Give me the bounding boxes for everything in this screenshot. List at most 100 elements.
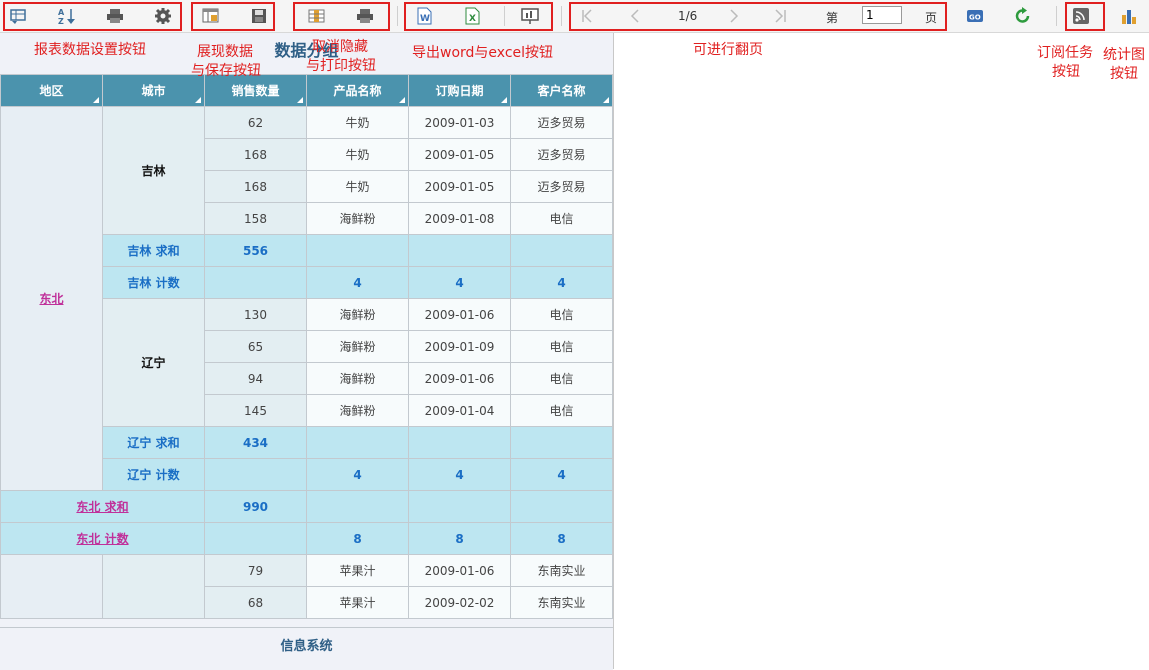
count-cell: 4	[306, 458, 409, 491]
product-cell: 苹果汁	[306, 554, 409, 587]
quantity-cell: 68	[204, 586, 307, 619]
page-label-before: 第	[826, 11, 839, 25]
toolbar-separator	[561, 6, 562, 26]
region-link[interactable]: 东北	[39, 292, 63, 306]
refresh-icon[interactable]	[1013, 7, 1033, 25]
sort-triangle-icon	[501, 97, 507, 103]
date-cell: 2009-01-04	[408, 394, 511, 427]
first-page-icon[interactable]	[578, 7, 598, 25]
customer-cell: 电信	[510, 394, 613, 427]
svg-text:W: W	[420, 14, 430, 24]
empty-cell	[510, 234, 613, 267]
customer-cell: 迈多贸易	[510, 106, 613, 139]
region-count-label-cell: 东北 计数	[0, 522, 205, 555]
cancel-hide-icon[interactable]	[307, 7, 327, 25]
region-cell[interactable]: 东北	[0, 106, 103, 491]
print-icon[interactable]	[105, 7, 125, 25]
city-count-label: 吉林 计数	[102, 266, 205, 299]
quantity-cell: 94	[204, 362, 307, 395]
column-header-region[interactable]: 地区	[0, 74, 103, 107]
toolbar-separator	[397, 6, 398, 26]
go-button-icon[interactable]: GO	[965, 7, 985, 25]
annotation-paging: 可进行翻页	[693, 42, 763, 58]
city-sum-label: 吉林 求和	[102, 234, 205, 267]
report-toolbar: AZ W X 1/6 第 1 页 GO	[0, 0, 1149, 33]
report-settings-icon[interactable]	[9, 7, 29, 25]
svg-text:A: A	[58, 8, 65, 17]
region-count-link[interactable]: 东北 计数	[76, 532, 128, 546]
last-page-icon[interactable]	[770, 7, 790, 25]
product-cell: 牛奶	[306, 170, 409, 203]
city-cell	[102, 554, 205, 619]
annotation-report-settings: 报表数据设置按钮	[34, 42, 146, 58]
export-excel-icon[interactable]: X	[462, 7, 482, 25]
count-cell: 4	[408, 266, 511, 299]
date-cell: 2009-01-06	[408, 362, 511, 395]
annotation-cancel-hide-line1: 取消隐藏	[312, 39, 368, 55]
quantity-cell: 79	[204, 554, 307, 587]
table-row: 东北 吉林 62 牛奶 2009-01-03 迈多贸易	[0, 106, 613, 491]
svg-text:X: X	[469, 14, 476, 24]
empty-cell	[204, 266, 307, 299]
column-header-order-date[interactable]: 订购日期	[408, 74, 511, 107]
print-icon[interactable]	[355, 7, 375, 25]
customer-cell: 迈多贸易	[510, 170, 613, 203]
customer-cell: 电信	[510, 202, 613, 235]
region-sum-value: 990	[204, 490, 307, 523]
city-cell: 吉林	[102, 106, 205, 235]
column-header-city[interactable]: 城市	[102, 74, 205, 107]
export-ppt-icon[interactable]	[520, 7, 540, 25]
quantity-cell: 168	[204, 170, 307, 203]
gear-icon[interactable]	[153, 7, 173, 25]
column-header-customer[interactable]: 客户名称	[510, 74, 613, 107]
product-cell: 海鲜粉	[306, 394, 409, 427]
date-cell: 2009-01-09	[408, 330, 511, 363]
quantity-cell: 65	[204, 330, 307, 363]
export-word-icon[interactable]: W	[414, 7, 434, 25]
annotation-subscribe-line2: 按钮	[1052, 64, 1080, 80]
count-cell: 8	[510, 522, 613, 555]
empty-cell	[306, 234, 409, 267]
quantity-cell: 158	[204, 202, 307, 235]
empty-cell	[408, 234, 511, 267]
region-count-row: 东北 计数 8 8 8	[0, 522, 613, 555]
city-count-label: 辽宁 计数	[102, 458, 205, 491]
date-cell: 2009-01-03	[408, 106, 511, 139]
save-icon[interactable]	[249, 7, 269, 25]
date-cell: 2009-01-05	[408, 170, 511, 203]
empty-cell	[204, 522, 307, 555]
product-cell: 海鲜粉	[306, 330, 409, 363]
sort-az-icon[interactable]: AZ	[57, 7, 77, 25]
count-cell: 4	[510, 266, 613, 299]
report-table: 地区 城市 销售数量 产品名称 订购日期 客户名称 东北 吉林 62 牛奶 20…	[0, 74, 613, 619]
city-sum-label: 辽宁 求和	[102, 426, 205, 459]
rss-subscribe-icon[interactable]	[1071, 7, 1091, 25]
bar-chart-icon[interactable]	[1119, 7, 1139, 25]
product-cell: 苹果汁	[306, 586, 409, 619]
quantity-cell: 168	[204, 138, 307, 171]
empty-cell	[306, 490, 409, 523]
column-header-product[interactable]: 产品名称	[306, 74, 409, 107]
count-cell: 4	[510, 458, 613, 491]
footer-text: 信息系统	[280, 639, 333, 654]
date-cell: 2009-01-06	[408, 554, 511, 587]
sort-triangle-icon	[93, 97, 99, 103]
annotation-export: 导出word与excel按钮	[412, 45, 554, 61]
region-sum-link[interactable]: 东北 求和	[76, 500, 128, 514]
empty-cell	[510, 490, 613, 523]
display-data-icon[interactable]	[201, 7, 221, 25]
city-sum-value: 434	[204, 426, 307, 459]
count-cell: 8	[306, 522, 409, 555]
product-cell: 牛奶	[306, 138, 409, 171]
page-label-after: 页	[925, 11, 938, 25]
customer-cell: 电信	[510, 330, 613, 363]
page-number-input[interactable]	[862, 6, 902, 24]
next-page-icon[interactable]	[724, 7, 744, 25]
city-sum-value: 556	[204, 234, 307, 267]
quantity-cell: 62	[204, 106, 307, 139]
previous-page-icon[interactable]	[625, 7, 645, 25]
page-indicator: 1/6	[678, 9, 698, 23]
region-subtotal-row: 东北 求和 990	[0, 490, 613, 523]
report-panel: 数据分组 地区 城市 销售数量 产品名称 订购日期 客户名称 东北 吉林 62 …	[0, 33, 614, 669]
empty-cell	[408, 426, 511, 459]
